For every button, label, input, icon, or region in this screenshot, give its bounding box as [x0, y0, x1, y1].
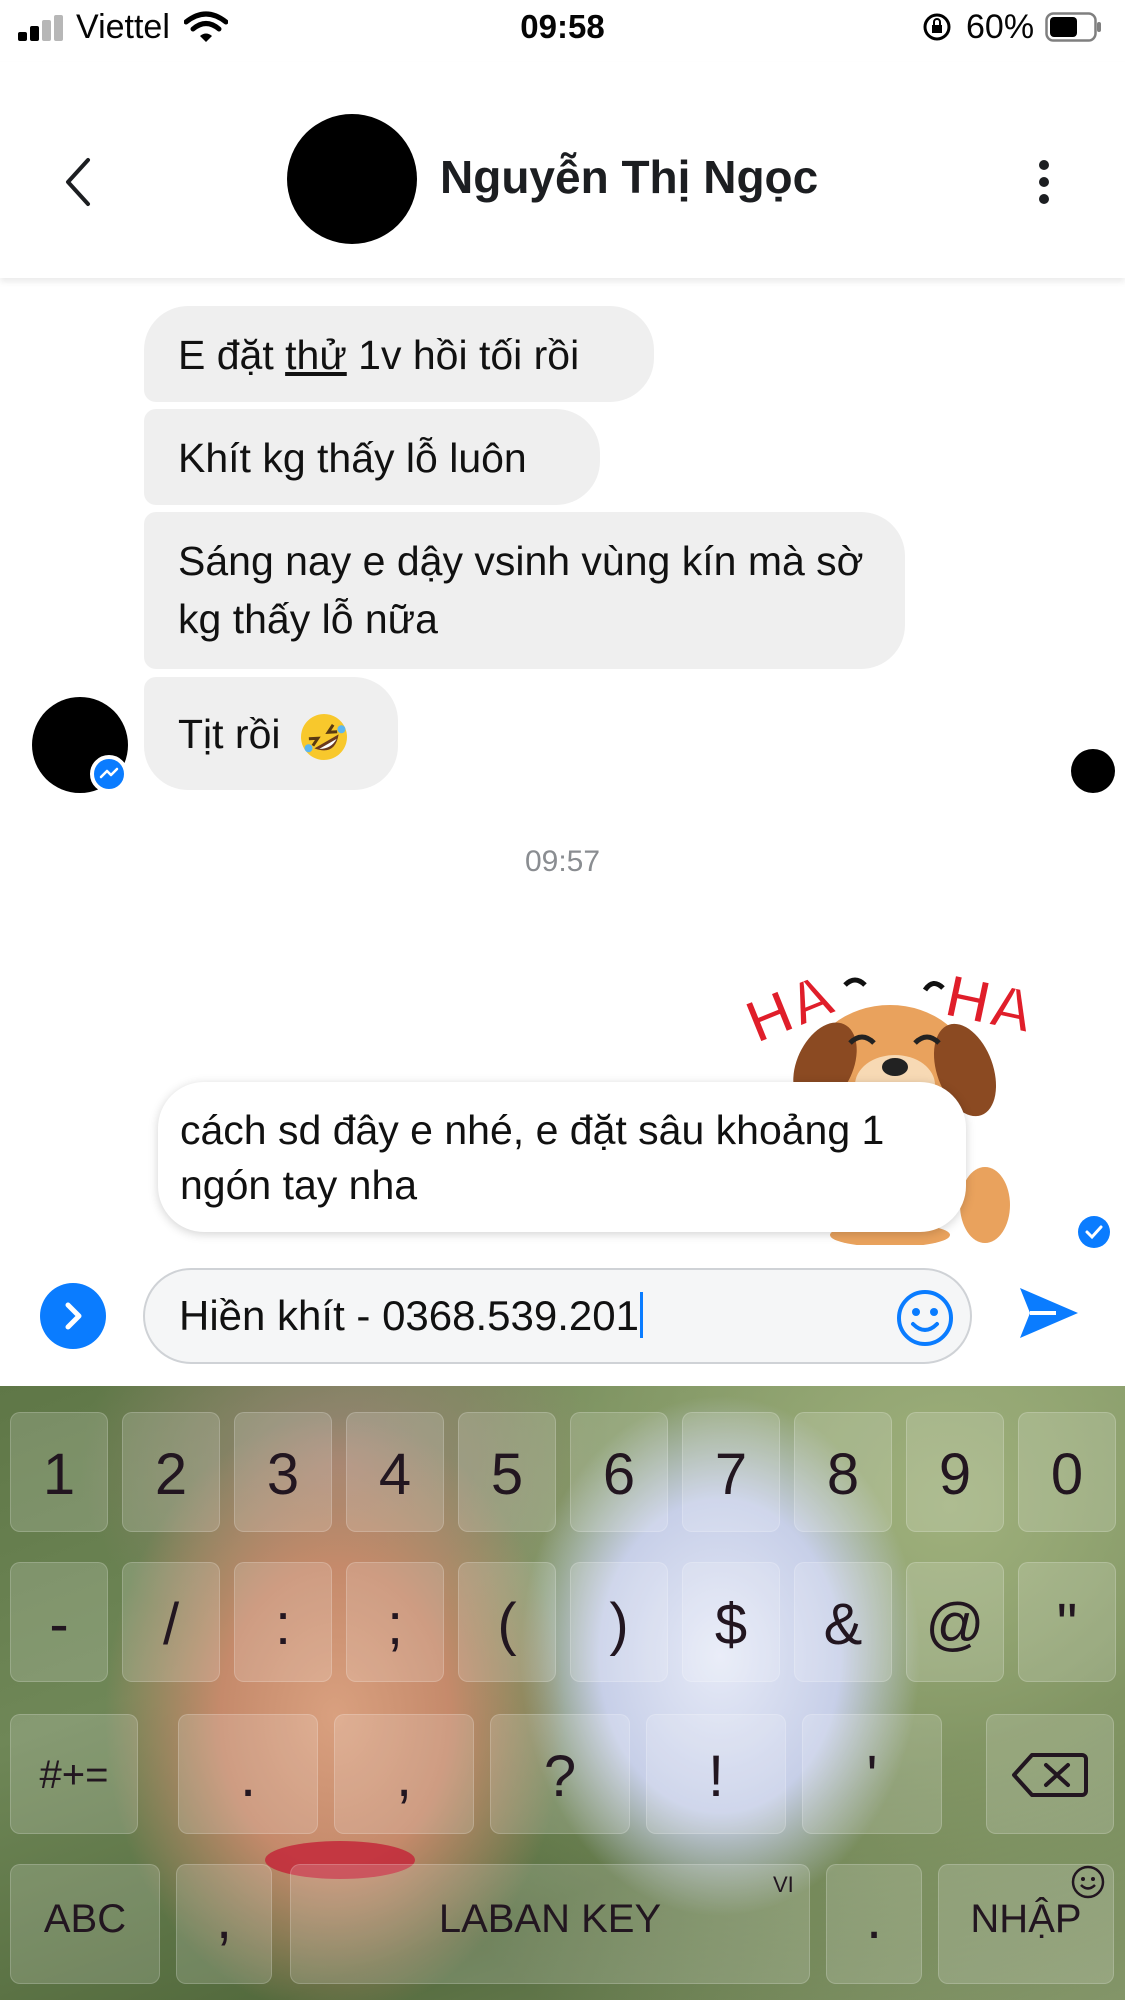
messenger-badge-icon: [90, 755, 128, 793]
emoji-picker-icon[interactable]: [895, 1288, 955, 1348]
key-more-symbols[interactable]: #+=: [10, 1714, 138, 1834]
key-slash[interactable]: /: [122, 1562, 220, 1682]
key-at[interactable]: @: [906, 1562, 1004, 1682]
key-6[interactable]: 6: [570, 1412, 668, 1532]
backspace-icon: [1012, 1753, 1088, 1797]
key-exclamation[interactable]: !: [646, 1714, 786, 1834]
key-abc[interactable]: ABC: [10, 1864, 160, 1984]
received-message[interactable]: Khít kg thấy lỗ luôn: [144, 409, 600, 505]
back-chevron-icon[interactable]: [58, 152, 98, 212]
received-message[interactable]: Sáng nay e dậy vsinh vùng kín mà sờ kg t…: [144, 512, 905, 669]
keyboard-emoji-icon[interactable]: [1070, 1864, 1106, 1900]
key-8[interactable]: 8: [794, 1412, 892, 1532]
received-message[interactable]: Tịt rồi: [144, 677, 398, 790]
battery-percent: 60%: [966, 8, 1035, 46]
expand-actions-button[interactable]: [40, 1283, 106, 1349]
key-hyphen[interactable]: -: [10, 1562, 108, 1682]
rolling-laughing-emoji-icon: [300, 714, 347, 761]
orientation-lock-icon: [923, 13, 951, 41]
sent-message[interactable]: cách sd đây e nhé, e đặt sâu khoảng 1 ng…: [158, 1082, 966, 1232]
keyboard: 1 2 3 4 5 6 7 8 9 0 - / : ; ( ) $ & @ " …: [0, 1386, 1125, 2000]
message-text-underlined: thử: [285, 332, 347, 378]
key-semicolon[interactable]: ;: [346, 1562, 444, 1682]
status-time: 09:58: [520, 8, 605, 45]
received-message[interactable]: E đặt thử 1v hồi tối rồi: [144, 306, 654, 402]
spacebar[interactable]: LABAN KEY: [290, 1864, 810, 1984]
message-input[interactable]: Hiền khít - 0368.539.201: [143, 1268, 972, 1364]
key-2[interactable]: 2: [122, 1412, 220, 1532]
message-text: E đặt: [178, 332, 286, 378]
message-timestamp: 09:57: [524, 845, 601, 878]
message-text: Tịt rồi: [178, 711, 281, 757]
key-0[interactable]: 0: [1018, 1412, 1116, 1532]
chevron-right-icon: [65, 1302, 82, 1330]
key-apostrophe[interactable]: ': [802, 1714, 942, 1834]
send-icon[interactable]: [1016, 1280, 1082, 1346]
message-text: Sáng nay e dậy vsinh vùng kín mà sờ kg t…: [178, 538, 864, 642]
key-period-bottom[interactable]: .: [826, 1864, 922, 1984]
message-text: Khít kg thấy lỗ luôn: [178, 435, 527, 481]
backspace-key[interactable]: [986, 1714, 1114, 1834]
key-colon[interactable]: :: [234, 1562, 332, 1682]
key-3[interactable]: 3: [234, 1412, 332, 1532]
key-5[interactable]: 5: [458, 1412, 556, 1532]
message-input-value: Hiền khít - 0368.539.201: [179, 1292, 643, 1340]
key-open-paren[interactable]: (: [458, 1562, 556, 1682]
keyboard-language: VI: [773, 1872, 794, 1897]
more-options-icon[interactable]: [1030, 157, 1058, 207]
key-7[interactable]: 7: [682, 1412, 780, 1532]
key-comma-bottom[interactable]: ,: [176, 1864, 272, 1984]
status-bar: Viettel 09:58 60%: [0, 0, 1125, 58]
delivered-check-icon: [1078, 1216, 1110, 1248]
text-caret: [640, 1292, 643, 1338]
chat-header: Nguyễn Thị Ngọc: [0, 62, 1125, 278]
message-text: 1v hồi tối rồi: [346, 332, 580, 378]
battery-icon: [1045, 12, 1101, 42]
key-period[interactable]: .: [178, 1714, 318, 1834]
key-comma[interactable]: ,: [334, 1714, 474, 1834]
key-dollar[interactable]: $: [682, 1562, 780, 1682]
message-text: cách sd đây e nhé, e đặt sâu khoảng 1 ng…: [180, 1107, 885, 1208]
key-ampersand[interactable]: &: [794, 1562, 892, 1682]
key-quote[interactable]: ": [1018, 1562, 1116, 1682]
key-4[interactable]: 4: [346, 1412, 444, 1532]
contact-name[interactable]: Nguyễn Thị Ngọc: [440, 150, 818, 204]
key-9[interactable]: 9: [906, 1412, 1004, 1532]
contact-avatar[interactable]: [287, 114, 417, 244]
read-receipt-avatar: [1071, 749, 1115, 793]
key-question[interactable]: ?: [490, 1714, 630, 1834]
key-1[interactable]: 1: [10, 1412, 108, 1532]
key-close-paren[interactable]: ): [570, 1562, 668, 1682]
